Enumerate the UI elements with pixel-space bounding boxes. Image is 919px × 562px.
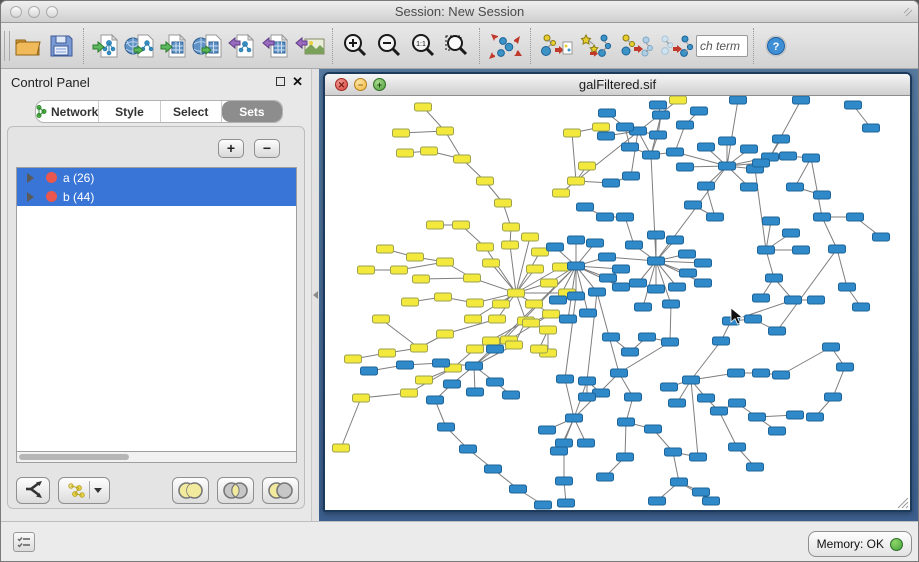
zoom-selected-region-icon[interactable]: [440, 28, 474, 64]
sets-horizontal-scrollbar[interactable]: [16, 452, 297, 463]
network-frame-title: galFiltered.sif: [325, 77, 910, 92]
save-session-icon[interactable]: [44, 28, 78, 64]
split-branch-icon: [23, 481, 43, 499]
search-input[interactable]: ch term: [696, 35, 748, 57]
expand-triangle-icon[interactable]: [27, 192, 34, 202]
tab-style[interactable]: Style: [99, 101, 160, 122]
toolbar-separator: [479, 28, 480, 64]
import-table-from-url-icon[interactable]: [191, 28, 225, 64]
window-titlebar: Session: New Session: [1, 1, 918, 23]
task-list-icon: [17, 536, 31, 548]
status-bar: Memory: OK: [1, 521, 918, 562]
network-graph: [325, 96, 910, 510]
import-network-from-file-icon[interactable]: [89, 28, 123, 64]
select-first-neighbors-icon[interactable]: [576, 28, 616, 64]
help-icon[interactable]: ?: [759, 28, 793, 64]
set-label: a (26): [63, 171, 94, 185]
network-frame[interactable]: ✕ − + galFiltered.sif: [323, 72, 912, 512]
control-panel-tabbar: Network Style Select Sets: [35, 100, 283, 123]
collapse-panel-icon[interactable]: [313, 291, 318, 299]
toolbar-separator: [753, 28, 754, 64]
create-set-from-network-icon: [67, 482, 85, 498]
venn-intersection-button[interactable]: [217, 477, 254, 504]
network-canvas[interactable]: [325, 96, 910, 510]
set-row-a[interactable]: a (26): [17, 168, 296, 187]
venn-intersection-icon: [222, 482, 249, 499]
tab-select[interactable]: Select: [161, 101, 222, 122]
venn-difference-button[interactable]: [262, 477, 299, 504]
sets-panel: + − a (26) b (44): [7, 126, 305, 509]
venn-difference-icon: [267, 482, 294, 499]
new-network-from-selection-icon[interactable]: [536, 28, 576, 64]
control-panel: Control Panel ✕ Network Style Select Set…: [1, 69, 311, 521]
tab-sets-label: Sets: [239, 105, 264, 119]
close-panel-icon[interactable]: ✕: [292, 74, 303, 90]
import-network-from-url-icon[interactable]: [123, 28, 157, 64]
toolbar-separator: [83, 28, 84, 64]
memory-status-label: Memory: OK: [817, 537, 884, 551]
memory-ok-dot: [890, 538, 903, 551]
svg-text:?: ?: [773, 41, 780, 53]
venn-union-icon: [177, 482, 204, 499]
export-network-icon[interactable]: [225, 28, 259, 64]
toolbar-separator: [530, 28, 531, 64]
apply-preferred-layout-icon[interactable]: [485, 28, 525, 64]
expand-triangle-icon[interactable]: [27, 173, 34, 183]
window-resize-icon: [902, 6, 914, 18]
set-row-b[interactable]: b (44): [17, 187, 296, 206]
export-image-icon[interactable]: [293, 28, 327, 64]
set-label: b (44): [63, 190, 94, 204]
network-desktop: ✕ − + galFiltered.sif: [319, 69, 919, 521]
tab-network-label: Network: [51, 105, 98, 119]
tab-select-label: Select: [173, 105, 208, 119]
svg-text:1:1: 1:1: [416, 41, 426, 48]
open-session-icon[interactable]: [10, 28, 44, 64]
set-color-dot: [46, 191, 57, 202]
create-set-from-network-button[interactable]: [58, 477, 110, 504]
panel-divider[interactable]: [311, 69, 319, 521]
show-all-icon[interactable]: [656, 28, 696, 64]
memory-status-badge[interactable]: Memory: OK: [808, 531, 912, 557]
toolbar-separator: [332, 28, 333, 64]
control-panel-title: Control Panel: [11, 75, 90, 90]
main-toolbar: 1:1 ch term ?: [1, 23, 918, 69]
hide-selected-icon[interactable]: [616, 28, 656, 64]
scrollbar-thumb[interactable]: [19, 454, 129, 460]
add-set-button[interactable]: +: [218, 139, 244, 158]
window-title: Session: New Session: [1, 4, 918, 19]
split-branch-button[interactable]: [16, 477, 50, 504]
network-tab-icon: [36, 105, 47, 118]
zoom-actual-size-icon[interactable]: 1:1: [406, 28, 440, 64]
frame-resize-grip-icon[interactable]: [897, 497, 909, 509]
tab-sets[interactable]: Sets: [222, 101, 282, 122]
import-table-from-file-icon[interactable]: [157, 28, 191, 64]
dropdown-arrow-icon[interactable]: [94, 488, 102, 493]
set-color-dot: [46, 172, 57, 183]
zoom-out-icon[interactable]: [372, 28, 406, 64]
zoom-in-icon[interactable]: [338, 28, 372, 64]
network-frame-titlebar[interactable]: ✕ − + galFiltered.sif: [325, 74, 910, 96]
application-window: Session: New Session: [0, 0, 919, 562]
button-divider: [89, 481, 90, 499]
tab-network[interactable]: Network: [36, 101, 99, 122]
sets-list: a (26) b (44): [16, 167, 297, 452]
venn-union-button[interactable]: [172, 477, 209, 504]
float-panel-icon[interactable]: [276, 77, 285, 86]
remove-set-button[interactable]: −: [254, 139, 280, 158]
tab-style-label: Style: [115, 105, 144, 119]
task-history-button[interactable]: [13, 532, 35, 552]
export-table-icon[interactable]: [259, 28, 293, 64]
